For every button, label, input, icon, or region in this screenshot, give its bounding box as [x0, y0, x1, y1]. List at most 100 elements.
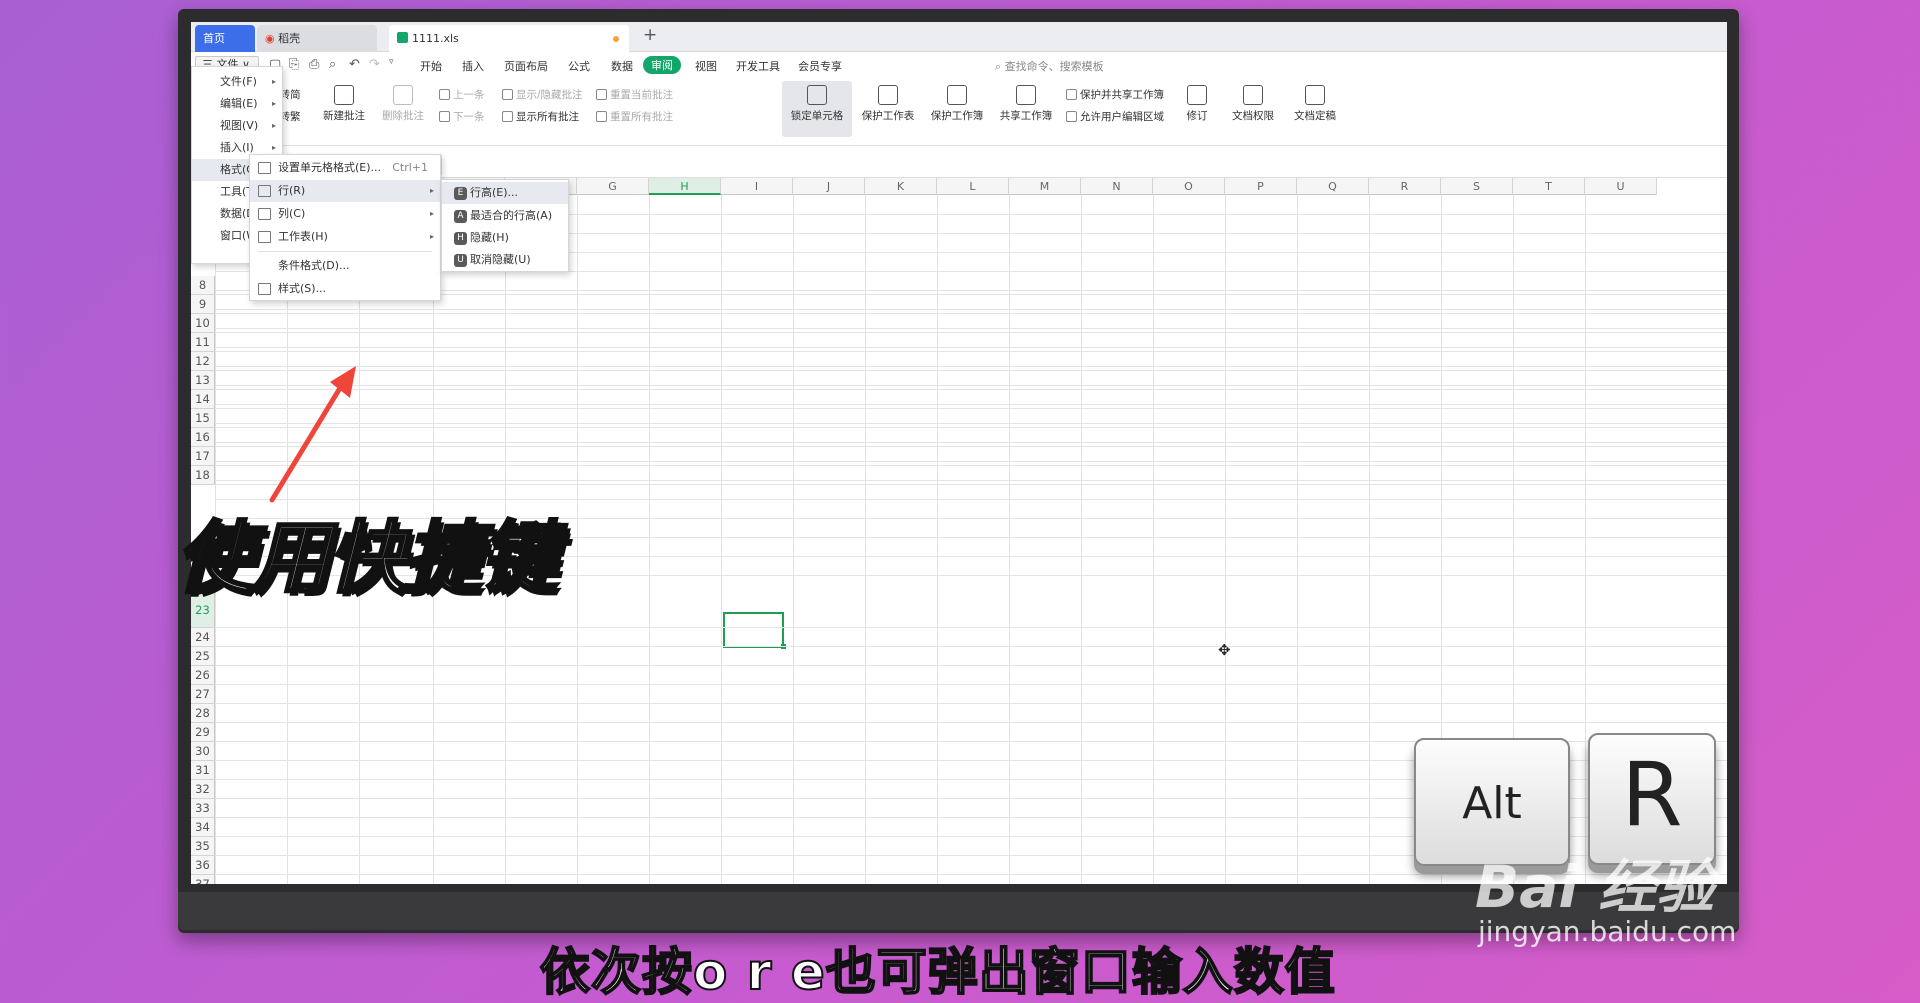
- allow-edit-button[interactable]: 允许用户编辑区域: [1066, 109, 1164, 124]
- menu-conditional-format[interactable]: 条件格式(D)...: [250, 255, 440, 277]
- lock-cell-button[interactable]: 锁定单元格: [782, 81, 852, 137]
- menu-column[interactable]: 列(C) ▸: [250, 203, 440, 225]
- menu-format-cells[interactable]: 设置单元格格式(E)... Ctrl+1: [250, 157, 440, 179]
- lock-cell-icon: [807, 85, 827, 105]
- row-header[interactable]: 34: [191, 818, 215, 837]
- tab-formula[interactable]: 公式: [568, 58, 590, 74]
- column-header[interactable]: M: [1009, 178, 1081, 195]
- row-header[interactable]: 29: [191, 723, 215, 742]
- column-header[interactable]: N: [1081, 178, 1153, 195]
- menu-style[interactable]: 样式(S)...: [250, 278, 440, 300]
- tab-home[interactable]: 首页: [195, 25, 255, 52]
- tab-developer[interactable]: 开发工具: [736, 58, 780, 74]
- show-all-comments-button[interactable]: 显示所有批注: [502, 109, 579, 124]
- row-header[interactable]: 16: [191, 428, 215, 447]
- column-icon: [258, 208, 271, 220]
- row-header[interactable]: 28: [191, 704, 215, 723]
- print-icon[interactable]: ⎙: [309, 57, 319, 72]
- row-header[interactable]: 27: [191, 685, 215, 704]
- protect-book-button[interactable]: 保护工作簿: [924, 85, 990, 123]
- delete-comment-button[interactable]: 删除批注: [375, 85, 431, 123]
- tab-member[interactable]: 会员专享: [798, 58, 842, 74]
- share-book-button[interactable]: 共享工作簿: [993, 85, 1059, 123]
- doc-final-icon: [1305, 85, 1325, 105]
- row-header[interactable]: 15: [191, 409, 215, 428]
- row-header[interactable]: 32: [191, 780, 215, 799]
- protect-share-button[interactable]: 保护并共享工作簿: [1066, 87, 1164, 102]
- column-header[interactable]: T: [1513, 178, 1585, 195]
- column-header[interactable]: S: [1441, 178, 1513, 195]
- undo-icon[interactable]: ↶: [349, 57, 360, 72]
- row-header[interactable]: 10: [191, 314, 215, 333]
- grid-col-line: [1009, 195, 1010, 884]
- tab-page-layout[interactable]: 页面布局: [504, 58, 548, 74]
- column-header[interactable]: R: [1369, 178, 1441, 195]
- doc-final-button[interactable]: 文档定稿: [1285, 85, 1345, 123]
- row-header[interactable]: 11: [191, 333, 215, 352]
- reset-current-button[interactable]: 重置当前批注: [596, 87, 673, 102]
- menu-file[interactable]: 文件(F) ▸: [192, 71, 282, 93]
- tab-daoke[interactable]: ◉ 稻壳: [257, 25, 377, 52]
- row-header[interactable]: 24: [191, 628, 215, 647]
- menu-worksheet[interactable]: 工作表(H) ▸: [250, 226, 440, 248]
- row-header[interactable]: 8: [191, 276, 215, 295]
- more-icon[interactable]: ▿: [389, 57, 394, 67]
- tab-file[interactable]: 1111.xls: [389, 25, 629, 52]
- tab-review[interactable]: 审阅: [643, 56, 681, 74]
- column-header[interactable]: H: [649, 178, 721, 195]
- row-header[interactable]: 12: [191, 352, 215, 371]
- row-header[interactable]: 35: [191, 837, 215, 856]
- column-header[interactable]: L: [937, 178, 1009, 195]
- baidu-watermark-url: jingyan.baidu.com: [1478, 915, 1737, 948]
- show-hide-comment-button[interactable]: 显示/隐藏批注: [502, 87, 583, 102]
- menu-unhide-row[interactable]: U 取消隐藏(U): [442, 249, 568, 271]
- formula-input[interactable]: [441, 155, 1721, 175]
- row-header[interactable]: 14: [191, 390, 215, 409]
- row-header[interactable]: 17: [191, 447, 215, 466]
- doc-permission-button[interactable]: 文档权限: [1225, 85, 1281, 123]
- tab-data[interactable]: 数据: [611, 58, 633, 74]
- row-header[interactable]: 18: [191, 466, 215, 485]
- row-header[interactable]: 33: [191, 799, 215, 818]
- selected-cell-H23[interactable]: [723, 612, 784, 648]
- menu-row[interactable]: 行(R) ▸: [250, 180, 440, 202]
- menu-autofit-row[interactable]: A 最适合的行高(A): [442, 205, 568, 227]
- row-header[interactable]: 31: [191, 761, 215, 780]
- row-header[interactable]: 13: [191, 371, 215, 390]
- menu-view[interactable]: 视图(V) ▸: [192, 115, 282, 137]
- new-tab-button[interactable]: +: [643, 25, 657, 45]
- column-header[interactable]: O: [1153, 178, 1225, 195]
- row-header[interactable]: 36: [191, 856, 215, 875]
- column-header[interactable]: U: [1585, 178, 1657, 195]
- menu-row-height[interactable]: E 行高(E)...: [442, 182, 568, 204]
- prev-comment-button[interactable]: 上一条: [439, 87, 485, 102]
- tab-insert[interactable]: 插入: [462, 58, 484, 74]
- menu-edit[interactable]: 编辑(E) ▸: [192, 93, 282, 115]
- row-header[interactable]: 30: [191, 742, 215, 761]
- column-header[interactable]: I: [721, 178, 793, 195]
- reset-all-button[interactable]: 重置所有批注: [596, 109, 673, 124]
- protect-sheet-button[interactable]: 保护工作表: [855, 85, 921, 123]
- preview-icon[interactable]: ⌕: [329, 57, 336, 72]
- tab-start[interactable]: 开始: [420, 58, 442, 74]
- column-header[interactable]: P: [1225, 178, 1297, 195]
- grid-col-line: [577, 195, 578, 884]
- row-header[interactable]: 25: [191, 647, 215, 666]
- menu-hide-row[interactable]: H 隐藏(H): [442, 227, 568, 249]
- column-header[interactable]: K: [865, 178, 937, 195]
- redo-icon[interactable]: ↷: [369, 57, 380, 72]
- column-header[interactable]: Q: [1297, 178, 1369, 195]
- next-comment-button[interactable]: 下一条: [439, 109, 485, 124]
- tab-view[interactable]: 视图: [695, 58, 717, 74]
- new-comment-button[interactable]: 新建批注: [316, 85, 372, 123]
- revise-button[interactable]: 修订: [1179, 85, 1215, 123]
- unhide-row-label: 取消隐藏(U): [470, 253, 531, 266]
- column-header[interactable]: J: [793, 178, 865, 195]
- row-header[interactable]: 26: [191, 666, 215, 685]
- chevron-right-icon: ▸: [429, 186, 434, 195]
- command-search[interactable]: ⌕ 查找命令、搜索模板: [995, 58, 1104, 74]
- row-header[interactable]: 37: [191, 875, 215, 884]
- row-header[interactable]: 9: [191, 295, 215, 314]
- export-icon[interactable]: ⎘: [289, 57, 299, 72]
- column-header[interactable]: G: [577, 178, 649, 195]
